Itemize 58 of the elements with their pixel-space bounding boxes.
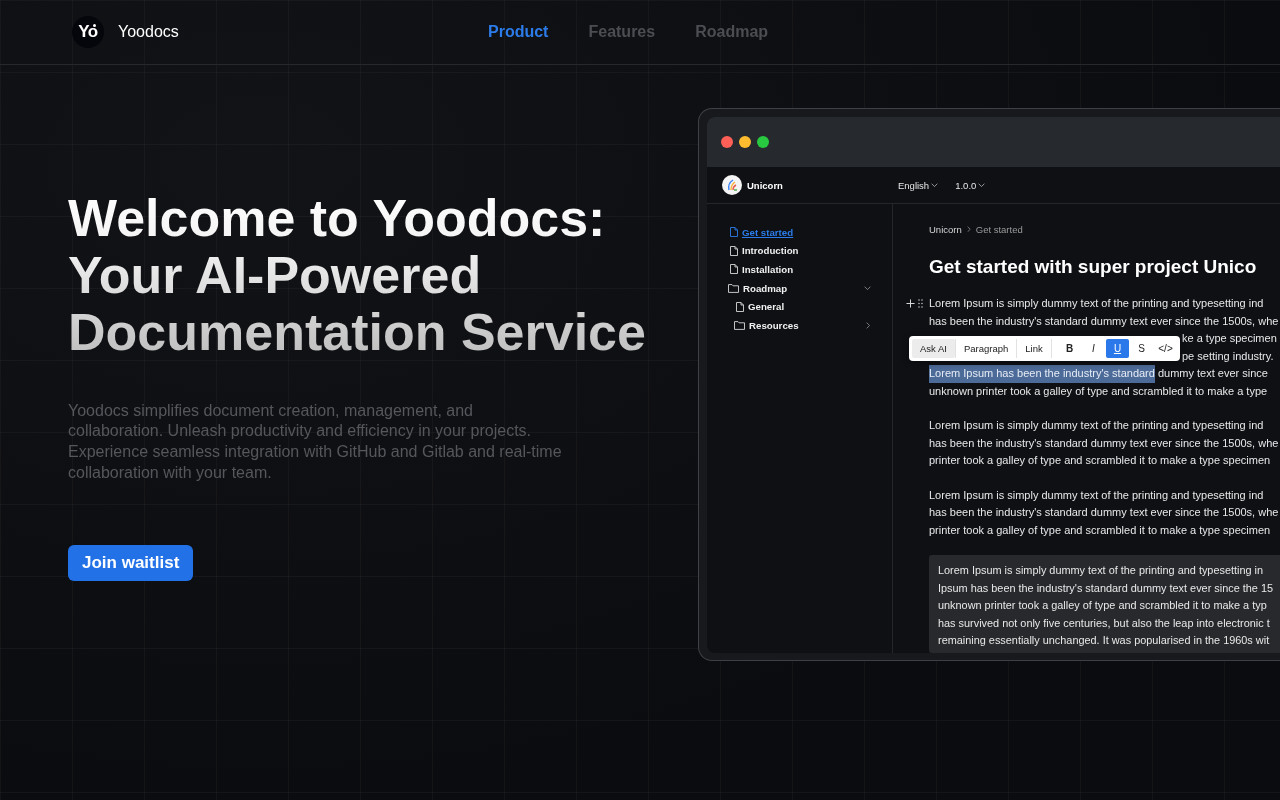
file-icon: [730, 227, 738, 238]
page-heading: Get started with super project Unico: [929, 256, 1258, 278]
sidebar-item[interactable]: Resources: [728, 315, 871, 335]
breadcrumb-current: Get started: [975, 223, 1023, 235]
text-line: unknown printer took a galley of type and scrambled it to make a type: [929, 383, 1268, 399]
nav-link[interactable]: Product: [488, 23, 549, 41]
breadcrumb-link[interactable]: Unicorn: [929, 223, 962, 235]
text-line: Lorem Ipsum is simply dummy text of the printing and typesetting ind: [929, 487, 1264, 503]
dropdown-button[interactable]: English: [898, 179, 939, 191]
text-line: printer took a galley of type and scrambled it to make a type specimen: [929, 453, 1271, 468]
logo[interactable]: Yo: [72, 16, 104, 48]
text-line: Lorem Ipsum is simply dummy text of the printing and typesetting ind: [929, 418, 1264, 433]
drag-handle-icon[interactable]: [918, 299, 923, 308]
text-line: Lorem Ipsum is simply dummy text of the printing and typesetting in: [938, 563, 1264, 578]
text-line: remaining essentially unchanged. It was popularised in the 1960s wit: [938, 633, 1270, 648]
sidebar-item[interactable]: Roadmap: [728, 278, 871, 298]
sidebar-item[interactable]: Installation: [728, 260, 871, 279]
file-icon: [730, 245, 738, 256]
toolbar-menu-button[interactable]: Link: [1017, 339, 1051, 358]
format-button[interactable]: B: [1058, 339, 1081, 358]
plus-icon[interactable]: [906, 299, 915, 308]
hero-description: Yoodocs simplifies document creation, management, and collaboration. Unleash productivity and efficiency in your projects. Experience seamless integration with GitHub and Gitlab and real-time collaboration with your team.: [68, 400, 563, 483]
text-line: has survived not only five centuries, but also the leap into electronic t: [938, 615, 1270, 631]
toolbar-menu-button[interactable]: Paragraph: [955, 339, 1017, 358]
format-button[interactable]: </>: [1154, 339, 1177, 358]
dropdown-button[interactable]: 1.0.0: [955, 179, 986, 191]
chevron-down-icon: [931, 182, 939, 188]
text-line: unknown printer took a galley of type and scrambled it to make a typ: [938, 598, 1267, 613]
format-button[interactable]: I: [1082, 339, 1105, 358]
text-line: dummy text ever since: [1157, 366, 1268, 381]
text-line: has been the industry's standard dummy text ever since the 1500s, whe: [929, 505, 1279, 520]
folder-icon: [728, 283, 739, 293]
file-icon: [736, 301, 744, 312]
toolbar-menu-button[interactable]: Ask AI: [912, 339, 955, 358]
window-control-icon[interactable]: [757, 136, 769, 148]
text-line: has been the industry's standard dummy text ever since the 1500s, whe: [929, 313, 1279, 329]
window-control-icon[interactable]: [739, 136, 751, 148]
text-line: ke a type specimen: [1182, 331, 1277, 346]
format-button[interactable]: S: [1130, 339, 1153, 358]
chevron-down-icon: [978, 182, 986, 188]
file-icon: [730, 264, 738, 275]
join-waitlist-button[interactable]: Join waitlist: [68, 544, 194, 581]
text-line: Lorem Ipsum is simply dummy text of the printing and typesetting ind: [929, 296, 1264, 311]
chevron-right-icon: [966, 225, 971, 233]
sidebar-item[interactable]: General: [728, 297, 871, 316]
text-line: has been the industry's standard dummy text ever since the 1500s, whe: [929, 435, 1279, 451]
project-logo-icon: [722, 175, 742, 195]
text-line: Ipsum has been the industry's standard dummy text ever since the 15: [938, 580, 1274, 596]
sidebar-item[interactable]: Introduction: [728, 241, 871, 261]
text-line: printer took a galley of type and scrambled it to make a type specimen: [929, 522, 1271, 538]
window-control-icon[interactable]: [721, 136, 733, 148]
sidebar-item[interactable]: Get started: [728, 223, 871, 242]
format-button[interactable]: U: [1106, 339, 1129, 358]
project-name: Unicorn: [747, 179, 783, 191]
brand-name: Yoodocs: [118, 23, 179, 41]
folder-icon: [734, 320, 745, 330]
text-line: pe setting industry.: [1182, 348, 1274, 364]
selected-text: Lorem Ipsum has been the industry's standard: [929, 365, 1155, 383]
